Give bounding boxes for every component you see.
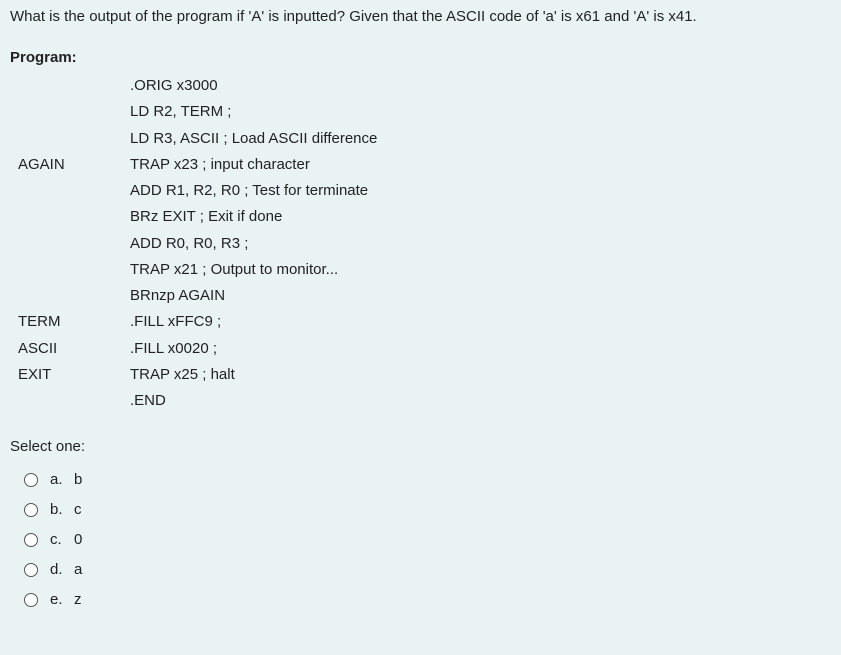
options-list: a. b b. c c. 0 d. a e. z (10, 465, 831, 615)
program-label: Program: (10, 47, 831, 70)
code-instr: TRAP x23 ; input character (130, 152, 831, 178)
code-instr: TRAP x25 ; halt (130, 362, 831, 388)
option-e[interactable]: e. z (24, 585, 831, 615)
code-instr: .END (130, 388, 831, 414)
code-row: LD R3, ASCII ; Load ASCII difference (10, 126, 831, 152)
code-label (10, 204, 130, 230)
code-row: EXIT TRAP x25 ; halt (10, 362, 831, 388)
code-label (10, 257, 130, 283)
code-instr: BRnzp AGAIN (130, 283, 831, 309)
option-letter: e. (50, 585, 74, 615)
code-row: BRnzp AGAIN (10, 283, 831, 309)
code-instr: .ORIG x3000 (130, 73, 831, 99)
radio-icon[interactable] (24, 563, 38, 577)
code-label (10, 388, 130, 414)
code-label (10, 178, 130, 204)
code-label (10, 283, 130, 309)
code-label (10, 99, 130, 125)
code-row: .END (10, 388, 831, 414)
question-text: What is the output of the program if 'A'… (10, 6, 831, 29)
option-text: z (74, 585, 831, 615)
code-instr: .FILL xFFC9 ; (130, 309, 831, 335)
option-c[interactable]: c. 0 (24, 525, 831, 555)
option-letter: d. (50, 555, 74, 585)
option-b[interactable]: b. c (24, 495, 831, 525)
option-text: a (74, 555, 831, 585)
code-row: LD R2, TERM ; (10, 99, 831, 125)
code-row: TERM .FILL xFFC9 ; (10, 309, 831, 335)
select-one-label: Select one: (10, 436, 831, 459)
code-block: .ORIG x3000 LD R2, TERM ; LD R3, ASCII ;… (10, 73, 831, 414)
code-row: ADD R0, R0, R3 ; (10, 231, 831, 257)
radio-icon[interactable] (24, 473, 38, 487)
code-row: BRz EXIT ; Exit if done (10, 204, 831, 230)
radio-icon[interactable] (24, 533, 38, 547)
code-row: ASCII .FILL x0020 ; (10, 336, 831, 362)
option-letter: a. (50, 465, 74, 495)
code-label (10, 231, 130, 257)
code-instr: .FILL x0020 ; (130, 336, 831, 362)
code-row: .ORIG x3000 (10, 73, 831, 99)
option-d[interactable]: d. a (24, 555, 831, 585)
code-label: ASCII (10, 336, 130, 362)
code-instr: TRAP x21 ; Output to monitor... (130, 257, 831, 283)
code-row: ADD R1, R2, R0 ; Test for terminate (10, 178, 831, 204)
code-row: TRAP x21 ; Output to monitor... (10, 257, 831, 283)
option-text: b (74, 465, 831, 495)
code-label (10, 73, 130, 99)
code-label: TERM (10, 309, 130, 335)
code-row: AGAIN TRAP x23 ; input character (10, 152, 831, 178)
question-container: What is the output of the program if 'A'… (0, 0, 841, 635)
option-letter: b. (50, 495, 74, 525)
code-instr: BRz EXIT ; Exit if done (130, 204, 831, 230)
code-instr: LD R2, TERM ; (130, 99, 831, 125)
code-instr: ADD R1, R2, R0 ; Test for terminate (130, 178, 831, 204)
radio-icon[interactable] (24, 503, 38, 517)
code-label (10, 126, 130, 152)
code-label: AGAIN (10, 152, 130, 178)
radio-icon[interactable] (24, 593, 38, 607)
option-text: 0 (74, 525, 831, 555)
code-label: EXIT (10, 362, 130, 388)
option-text: c (74, 495, 831, 525)
option-letter: c. (50, 525, 74, 555)
option-a[interactable]: a. b (24, 465, 831, 495)
code-instr: LD R3, ASCII ; Load ASCII difference (130, 126, 831, 152)
code-instr: ADD R0, R0, R3 ; (130, 231, 831, 257)
